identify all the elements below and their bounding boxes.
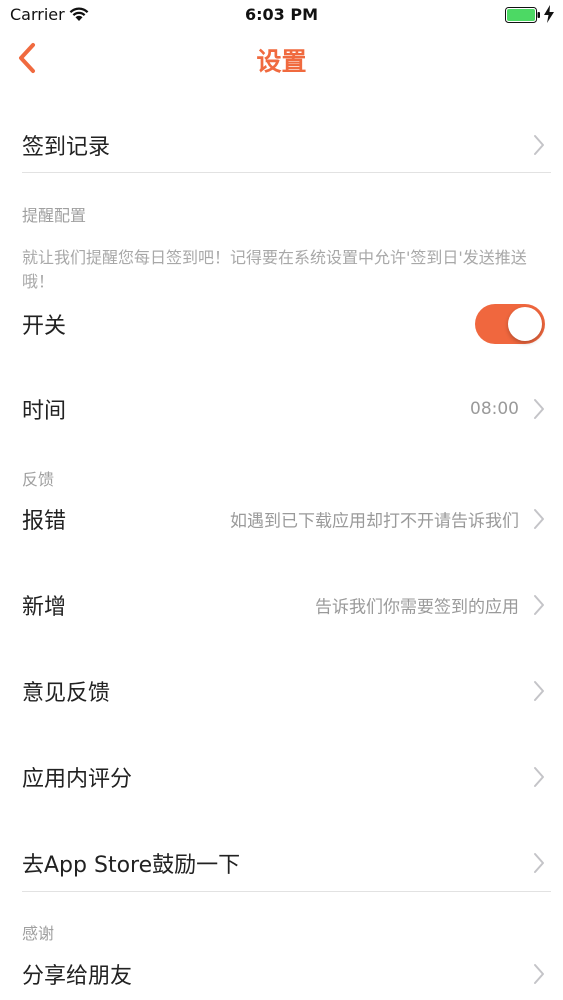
section-header-feedback: 反馈 (22, 470, 55, 489)
add-new-row[interactable]: 新增 告诉我们你需要签到的应用 (0, 577, 563, 633)
rate-in-app-label: 应用内评分 (22, 767, 133, 792)
feedback-label: 意见反馈 (22, 681, 111, 706)
share-label: 分享给朋友 (22, 964, 133, 989)
time-label: 时间 (22, 399, 67, 424)
report-error-label: 报错 (22, 509, 67, 534)
share-row[interactable]: 分享给朋友 (0, 946, 563, 1000)
reminder-description: 就让我们提醒您每日签到吧！记得要在系统设置中允许'签到日'发送推送哦！ (22, 248, 527, 291)
add-new-value: 告诉我们你需要签到的应用 (315, 597, 519, 618)
status-bar: Carrier 6:03 PM (0, 0, 563, 30)
rate-in-app-row[interactable]: 应用内评分 (0, 749, 563, 805)
chevron-right-icon (534, 509, 544, 529)
battery-icon (505, 7, 540, 23)
reminder-toggle[interactable] (475, 304, 545, 344)
app-store-row[interactable]: 去App Store鼓励一下 (0, 835, 563, 891)
chevron-right-icon (534, 964, 544, 984)
divider (22, 891, 551, 892)
chevron-right-icon (534, 767, 544, 787)
app-store-label: 去App Store鼓励一下 (22, 853, 241, 878)
chevron-right-icon (534, 399, 544, 419)
switch-label: 开关 (22, 314, 67, 339)
chevron-right-icon (534, 681, 544, 701)
page-title: 设置 (256, 47, 307, 76)
checkin-record-label: 签到记录 (22, 135, 111, 160)
time-row[interactable]: 时间 08:00 (0, 381, 563, 437)
clock-time: 6:03 PM (244, 5, 318, 24)
report-error-row[interactable]: 报错 如遇到已下载应用却打不开请告诉我们 (0, 491, 563, 547)
time-value: 08:00 (470, 399, 519, 419)
section-header-reminder: 提醒配置 (22, 206, 87, 225)
chevron-right-icon (534, 135, 544, 155)
chevron-right-icon (534, 853, 544, 873)
report-error-value: 如遇到已下载应用却打不开请告诉我们 (230, 511, 519, 532)
switch-row: 开关 (0, 296, 563, 352)
toggle-knob (508, 307, 542, 341)
checkin-record-row[interactable]: 签到记录 (0, 117, 563, 173)
charging-bolt-icon (544, 5, 554, 23)
divider (22, 172, 551, 173)
section-header-thanks: 感谢 (22, 924, 55, 943)
navigation-bar: 设置 (0, 30, 563, 86)
feedback-row[interactable]: 意见反馈 (0, 663, 563, 719)
add-new-label: 新增 (22, 595, 67, 620)
settings-page: Carrier 6:03 PM 设置 签到记录 提醒配置 就让我们提醒您每日签到… (0, 0, 563, 1000)
chevron-right-icon (534, 595, 544, 615)
